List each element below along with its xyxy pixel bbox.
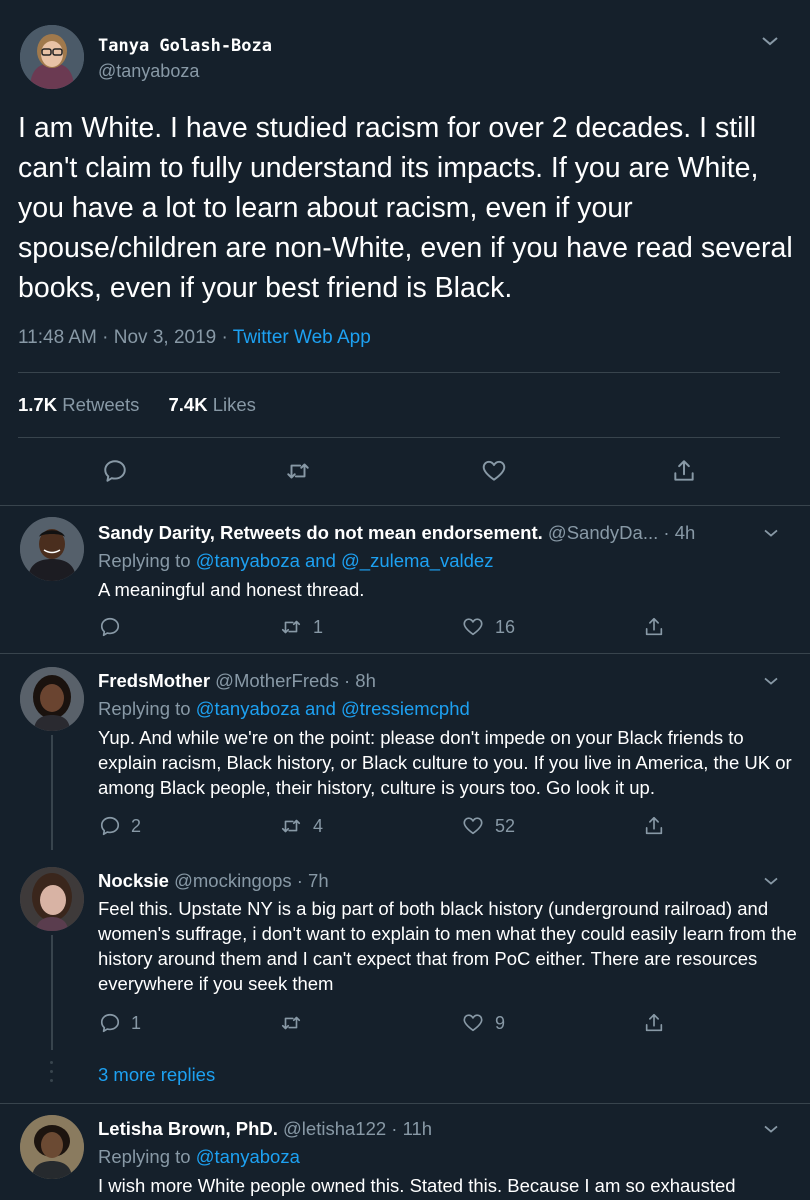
share-icon <box>645 617 663 636</box>
replying-to-label: Replying to <box>98 1146 196 1167</box>
replying-to: Replying to @tanyaboza and @_zulema_vald… <box>98 550 493 572</box>
avatar[interactable] <box>20 517 84 581</box>
chevron-down-icon[interactable] <box>762 527 780 539</box>
retweet-icon <box>281 1016 301 1030</box>
avatar[interactable] <box>20 1115 84 1179</box>
replying-to-label: Replying to <box>98 698 196 719</box>
author-name[interactable]: Nocksie <box>98 870 169 891</box>
like-action[interactable]: 16 <box>461 616 515 638</box>
author-name[interactable]: Tanya Golash-Boza <box>98 36 272 56</box>
retweet-icon[interactable] <box>285 458 311 484</box>
chevron-down-icon[interactable] <box>762 875 780 887</box>
replying-to-handles[interactable]: @tanyaboza and @_zulema_valdez <box>196 550 494 571</box>
retweet-count: 4 <box>313 815 324 836</box>
author-handle[interactable]: @SandyDa... <box>543 522 658 543</box>
likes-stat[interactable]: 7.4K Likes <box>168 394 255 415</box>
reply-action[interactable]: 2 <box>99 815 141 837</box>
share-action[interactable] <box>643 815 675 837</box>
replying-to: Replying to @tanyaboza and @tressiemcphd <box>98 698 470 720</box>
tweet-text: I am White. I have studied racism for ov… <box>18 112 793 304</box>
replying-to-handles[interactable]: @tanyaboza <box>196 1146 300 1167</box>
tweet-timestamp[interactable]: 11:48 AM · Nov 3, 2019 · <box>18 327 233 348</box>
retweets-count: 1.7K <box>18 394 58 415</box>
avatar[interactable] <box>20 867 84 931</box>
like-icon[interactable] <box>481 458 507 484</box>
likes-count: 7.4K <box>168 394 208 415</box>
replying-to: Replying to @tanyaboza <box>98 1146 300 1168</box>
tweet-stats: 1.7K Retweets 7.4K Likes <box>18 394 256 416</box>
like-action[interactable]: 9 <box>461 1012 505 1034</box>
thread-line <box>51 735 53 850</box>
reply-header: Letisha Brown, PhD. @letisha122 · 11h <box>98 1118 432 1140</box>
reply-tweet[interactable]: Letisha Brown, PhD. @letisha122 · 11h Re… <box>0 1103 810 1200</box>
replying-to-label: Replying to <box>98 550 196 571</box>
like-count: 16 <box>495 616 516 637</box>
reply-text: Yup. And while we're on the point: pleas… <box>98 727 792 798</box>
retweet-action[interactable]: 1 <box>279 616 323 638</box>
retweets-label: Retweets <box>57 394 140 415</box>
like-count: 9 <box>495 1012 506 1033</box>
tweet-meta: 11:48 AM · Nov 3, 2019 · Twitter Web App <box>18 327 371 349</box>
retweet-action[interactable]: 4 <box>279 815 323 837</box>
like-icon <box>463 618 483 636</box>
like-count: 52 <box>495 815 516 836</box>
retweet-count: 1 <box>313 616 324 637</box>
author-name[interactable]: Letisha Brown, PhD. <box>98 1118 278 1139</box>
reply-action[interactable] <box>99 616 131 638</box>
replying-to-handles[interactable]: @tanyaboza and @tressiemcphd <box>196 698 470 719</box>
reply-tweet[interactable]: Nocksie @mockingops · 7h Feel this. Upst… <box>0 853 810 1053</box>
main-tweet: Tanya Golash-Boza @tanyaboza I am White.… <box>0 0 810 505</box>
reply-count: 1 <box>131 1012 142 1033</box>
reply-header: Sandy Darity, Retweets do not mean endor… <box>98 522 695 544</box>
reply-tweet[interactable]: Sandy Darity, Retweets do not mean endor… <box>0 505 810 653</box>
reply-time[interactable]: · 8h <box>339 670 376 691</box>
thread-line <box>51 935 53 1050</box>
reply-time[interactable]: · 4h <box>658 522 695 543</box>
retweet-icon <box>281 819 301 833</box>
reply-text: A meaningful and honest thread. <box>98 579 365 600</box>
author-handle[interactable]: @tanyaboza <box>98 61 199 82</box>
retweet-icon <box>281 620 301 634</box>
avatar[interactable] <box>20 25 84 89</box>
reply-icon <box>100 1013 120 1033</box>
divider <box>18 372 780 373</box>
divider <box>18 437 780 438</box>
reply-header: Nocksie @mockingops · 7h <box>98 870 329 892</box>
chevron-down-icon[interactable] <box>760 34 780 48</box>
reply-icon[interactable] <box>102 458 128 484</box>
author-name[interactable]: FredsMother <box>98 670 210 691</box>
reply-icon <box>100 816 120 836</box>
share-icon[interactable] <box>671 458 697 484</box>
share-icon <box>645 816 663 835</box>
reply-count: 2 <box>131 815 142 836</box>
reply-header: FredsMother @MotherFreds · 8h <box>98 670 376 692</box>
author-handle[interactable]: @letisha122 <box>278 1118 386 1139</box>
like-action[interactable]: 52 <box>461 815 515 837</box>
reply-tweet[interactable]: FredsMother @MotherFreds · 8h Replying t… <box>0 653 810 853</box>
like-icon <box>463 817 483 835</box>
reply-time[interactable]: · 7h <box>292 870 329 891</box>
retweets-stat[interactable]: 1.7K Retweets <box>18 394 139 415</box>
likes-label: Likes <box>207 394 256 415</box>
author-name[interactable]: Sandy Darity, Retweets do not mean endor… <box>98 522 543 543</box>
retweet-action[interactable] <box>279 1012 313 1034</box>
reply-text: Feel this. Upstate NY is a big part of b… <box>98 898 797 994</box>
share-action[interactable] <box>643 1012 675 1034</box>
author-handle[interactable]: @MotherFreds <box>210 670 339 691</box>
share-action[interactable] <box>643 616 675 638</box>
share-icon <box>645 1013 663 1032</box>
reply-time[interactable]: · 11h <box>386 1118 432 1139</box>
reply-icon <box>100 617 120 637</box>
reply-text: I wish more White people owned this. Sta… <box>98 1175 736 1196</box>
author-handle[interactable]: @mockingops <box>169 870 292 891</box>
chevron-down-icon[interactable] <box>762 675 780 687</box>
more-replies-link[interactable]: 3 more replies <box>98 1064 215 1086</box>
tweet-source[interactable]: Twitter Web App <box>233 327 371 348</box>
chevron-down-icon[interactable] <box>762 1123 780 1135</box>
avatar[interactable] <box>20 667 84 731</box>
like-icon <box>463 1014 483 1032</box>
reply-action[interactable]: 1 <box>99 1012 141 1034</box>
